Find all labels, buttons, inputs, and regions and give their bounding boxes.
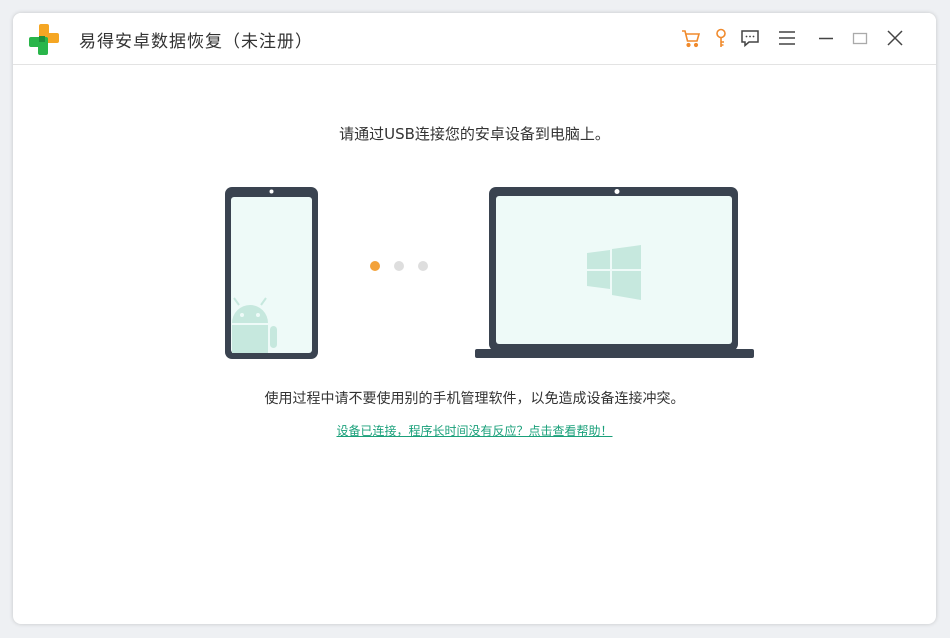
progress-dot-3 (418, 261, 428, 271)
help-link-wrapper: 设备已连接，程序长时间没有反应？点击查看帮助！ (13, 422, 936, 439)
progress-dot-2 (394, 261, 404, 271)
phone-device (225, 187, 318, 359)
laptop-device (475, 187, 754, 358)
help-link[interactable]: 设备已连接，程序长时间没有反应？点击查看帮助！ (336, 424, 612, 438)
connection-illustration (225, 187, 754, 359)
app-window: 易得安卓数据恢复（未注册） 请通过USB连接您的安卓设备到电脑上。 使用过程中请… (13, 13, 936, 624)
progress-dot-1 (370, 261, 380, 271)
conflict-note: 使用过程中请不要使用别的手机管理软件，以免造成设备连接冲突。 (264, 391, 685, 407)
